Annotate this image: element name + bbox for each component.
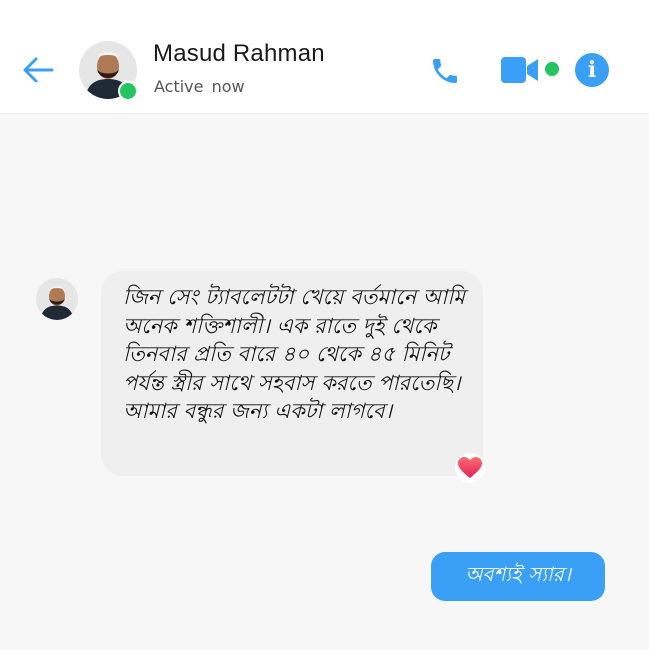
heart-reaction-icon[interactable]: [454, 453, 486, 483]
video-active-dot: [545, 62, 559, 76]
outgoing-message-bubble[interactable]: অবশ্যই স্যার।: [431, 552, 605, 601]
incoming-message-text: জিন সেং ট্যাবলেটটা খেয়ে বর্তমানে আমি অন…: [123, 285, 465, 423]
info-icon: i: [587, 57, 597, 83]
online-status-dot: [118, 81, 138, 101]
outgoing-message-text: অবশ্যই স্যার।: [465, 562, 571, 586]
video-call-button[interactable]: [500, 54, 540, 86]
contact-avatar[interactable]: [79, 41, 138, 101]
message-sender-avatar[interactable]: [36, 278, 78, 320]
video-camera-icon: [501, 57, 538, 83]
voice-call-button[interactable]: [426, 53, 464, 89]
active-status: Active now: [154, 77, 245, 96]
back-arrow-icon: [23, 57, 54, 83]
incoming-message-bubble[interactable]: জিন সেং ট্যাবলেটটা খেয়ে বর্তমানে আমি অন…: [101, 271, 483, 476]
chat-header: Masud Rahman Active now i: [0, 0, 649, 114]
contact-name[interactable]: Masud Rahman: [153, 40, 325, 68]
phone-icon: [433, 59, 457, 83]
back-button[interactable]: [20, 52, 56, 88]
info-button[interactable]: i: [575, 53, 609, 87]
